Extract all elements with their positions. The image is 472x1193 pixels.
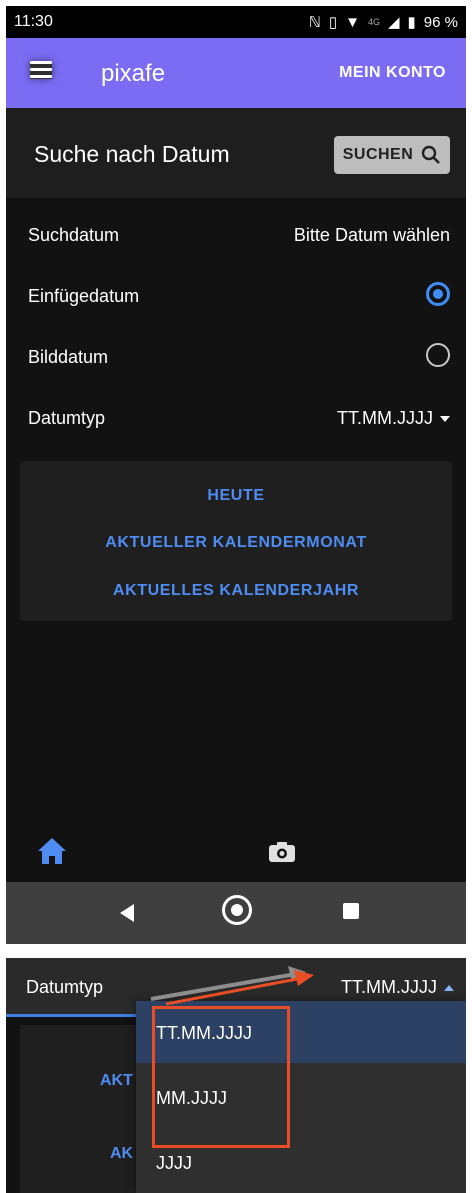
search-date-label: Suchdatum <box>28 225 120 245</box>
current-year-button[interactable]: AKTUELLES KALENDERJAHR <box>20 582 452 600</box>
search-label: SUCHEN <box>342 146 414 163</box>
wifi-icon: ▼ <box>345 13 360 31</box>
insert-date-label: Einfügedatum <box>28 286 140 306</box>
app-bar: pixafe MEIN KONTO <box>6 38 466 108</box>
annotation-arrows <box>150 966 314 1006</box>
search-date-row[interactable]: Suchdatum Bitte Datum wählen <box>28 225 450 246</box>
phone-screen: 11:30 ℕ ▯ ▼ 4G ◢ ▮ 96 % pixafe MEIN KONT… <box>6 6 466 944</box>
today-button[interactable]: HEUTE <box>20 487 452 505</box>
bottom-navigation <box>6 824 466 882</box>
search-button[interactable]: SUCHEN <box>334 136 450 174</box>
zoomed-dropdown-view: Datumtyp TT.MM.JJJJ AKT AK TT.MM.JJJJ MM… <box>6 958 466 1193</box>
dropdown-arrow-icon <box>440 416 450 423</box>
quick-date-card: HEUTE AKTUELLER KALENDERMONAT AKTUELLES … <box>20 461 452 621</box>
home-button-icon[interactable] <box>222 895 252 925</box>
partial-link-2: AK <box>110 1145 134 1162</box>
date-options-list: Suchdatum Bitte Datum wählen Einfügedatu… <box>6 198 466 448</box>
page-title: Suche nach Datum <box>34 141 230 167</box>
option-label: JJJJ <box>156 1153 192 1173</box>
status-time: 11:30 <box>14 13 53 30</box>
battery-level: 96 % <box>423 13 458 31</box>
search-date-value[interactable]: Bitte Datum wählen <box>294 225 450 246</box>
date-type-value: TT.MM.JJJJ <box>337 408 433 428</box>
nfc-icon: ℕ <box>308 14 321 31</box>
signal-icon: ◢ <box>387 14 400 31</box>
home-icon[interactable] <box>36 836 68 866</box>
date-type-select[interactable]: TT.MM.JJJJ <box>337 408 450 429</box>
image-date-label: Bilddatum <box>28 347 109 367</box>
page-header: Suche nach Datum SUCHEN <box>6 108 466 198</box>
back-icon[interactable] <box>120 904 134 922</box>
app-title: pixafe <box>101 60 166 87</box>
partial-link-1: AKT <box>100 1072 133 1089</box>
vibrate-icon: ▯ <box>328 14 338 31</box>
date-type-label: Datumtyp <box>28 408 106 428</box>
date-type-row[interactable]: Datumtyp TT.MM.JJJJ <box>28 408 450 429</box>
battery-icon: ▮ <box>407 14 416 31</box>
camera-icon[interactable] <box>268 841 296 863</box>
recent-apps-icon[interactable] <box>343 903 359 919</box>
image-date-row[interactable]: Bilddatum <box>28 343 450 368</box>
system-navigation-bar <box>6 882 466 944</box>
search-icon <box>422 145 441 164</box>
status-bar: 11:30 ℕ ▯ ▼ 4G ◢ ▮ 96 % <box>6 6 466 38</box>
hamburger-menu-icon[interactable] <box>30 61 52 79</box>
insert-date-row[interactable]: Einfügedatum <box>28 282 450 307</box>
network-label: 4G <box>367 17 380 27</box>
current-month-button[interactable]: AKTUELLER KALENDERMONAT <box>20 534 452 552</box>
radio-selected-icon[interactable] <box>426 282 450 306</box>
radio-unselected-icon[interactable] <box>426 343 450 367</box>
account-button[interactable]: MEIN KONTO <box>339 64 446 82</box>
status-icons: ℕ ▯ ▼ 4G ◢ ▮ 96 % <box>308 13 458 32</box>
